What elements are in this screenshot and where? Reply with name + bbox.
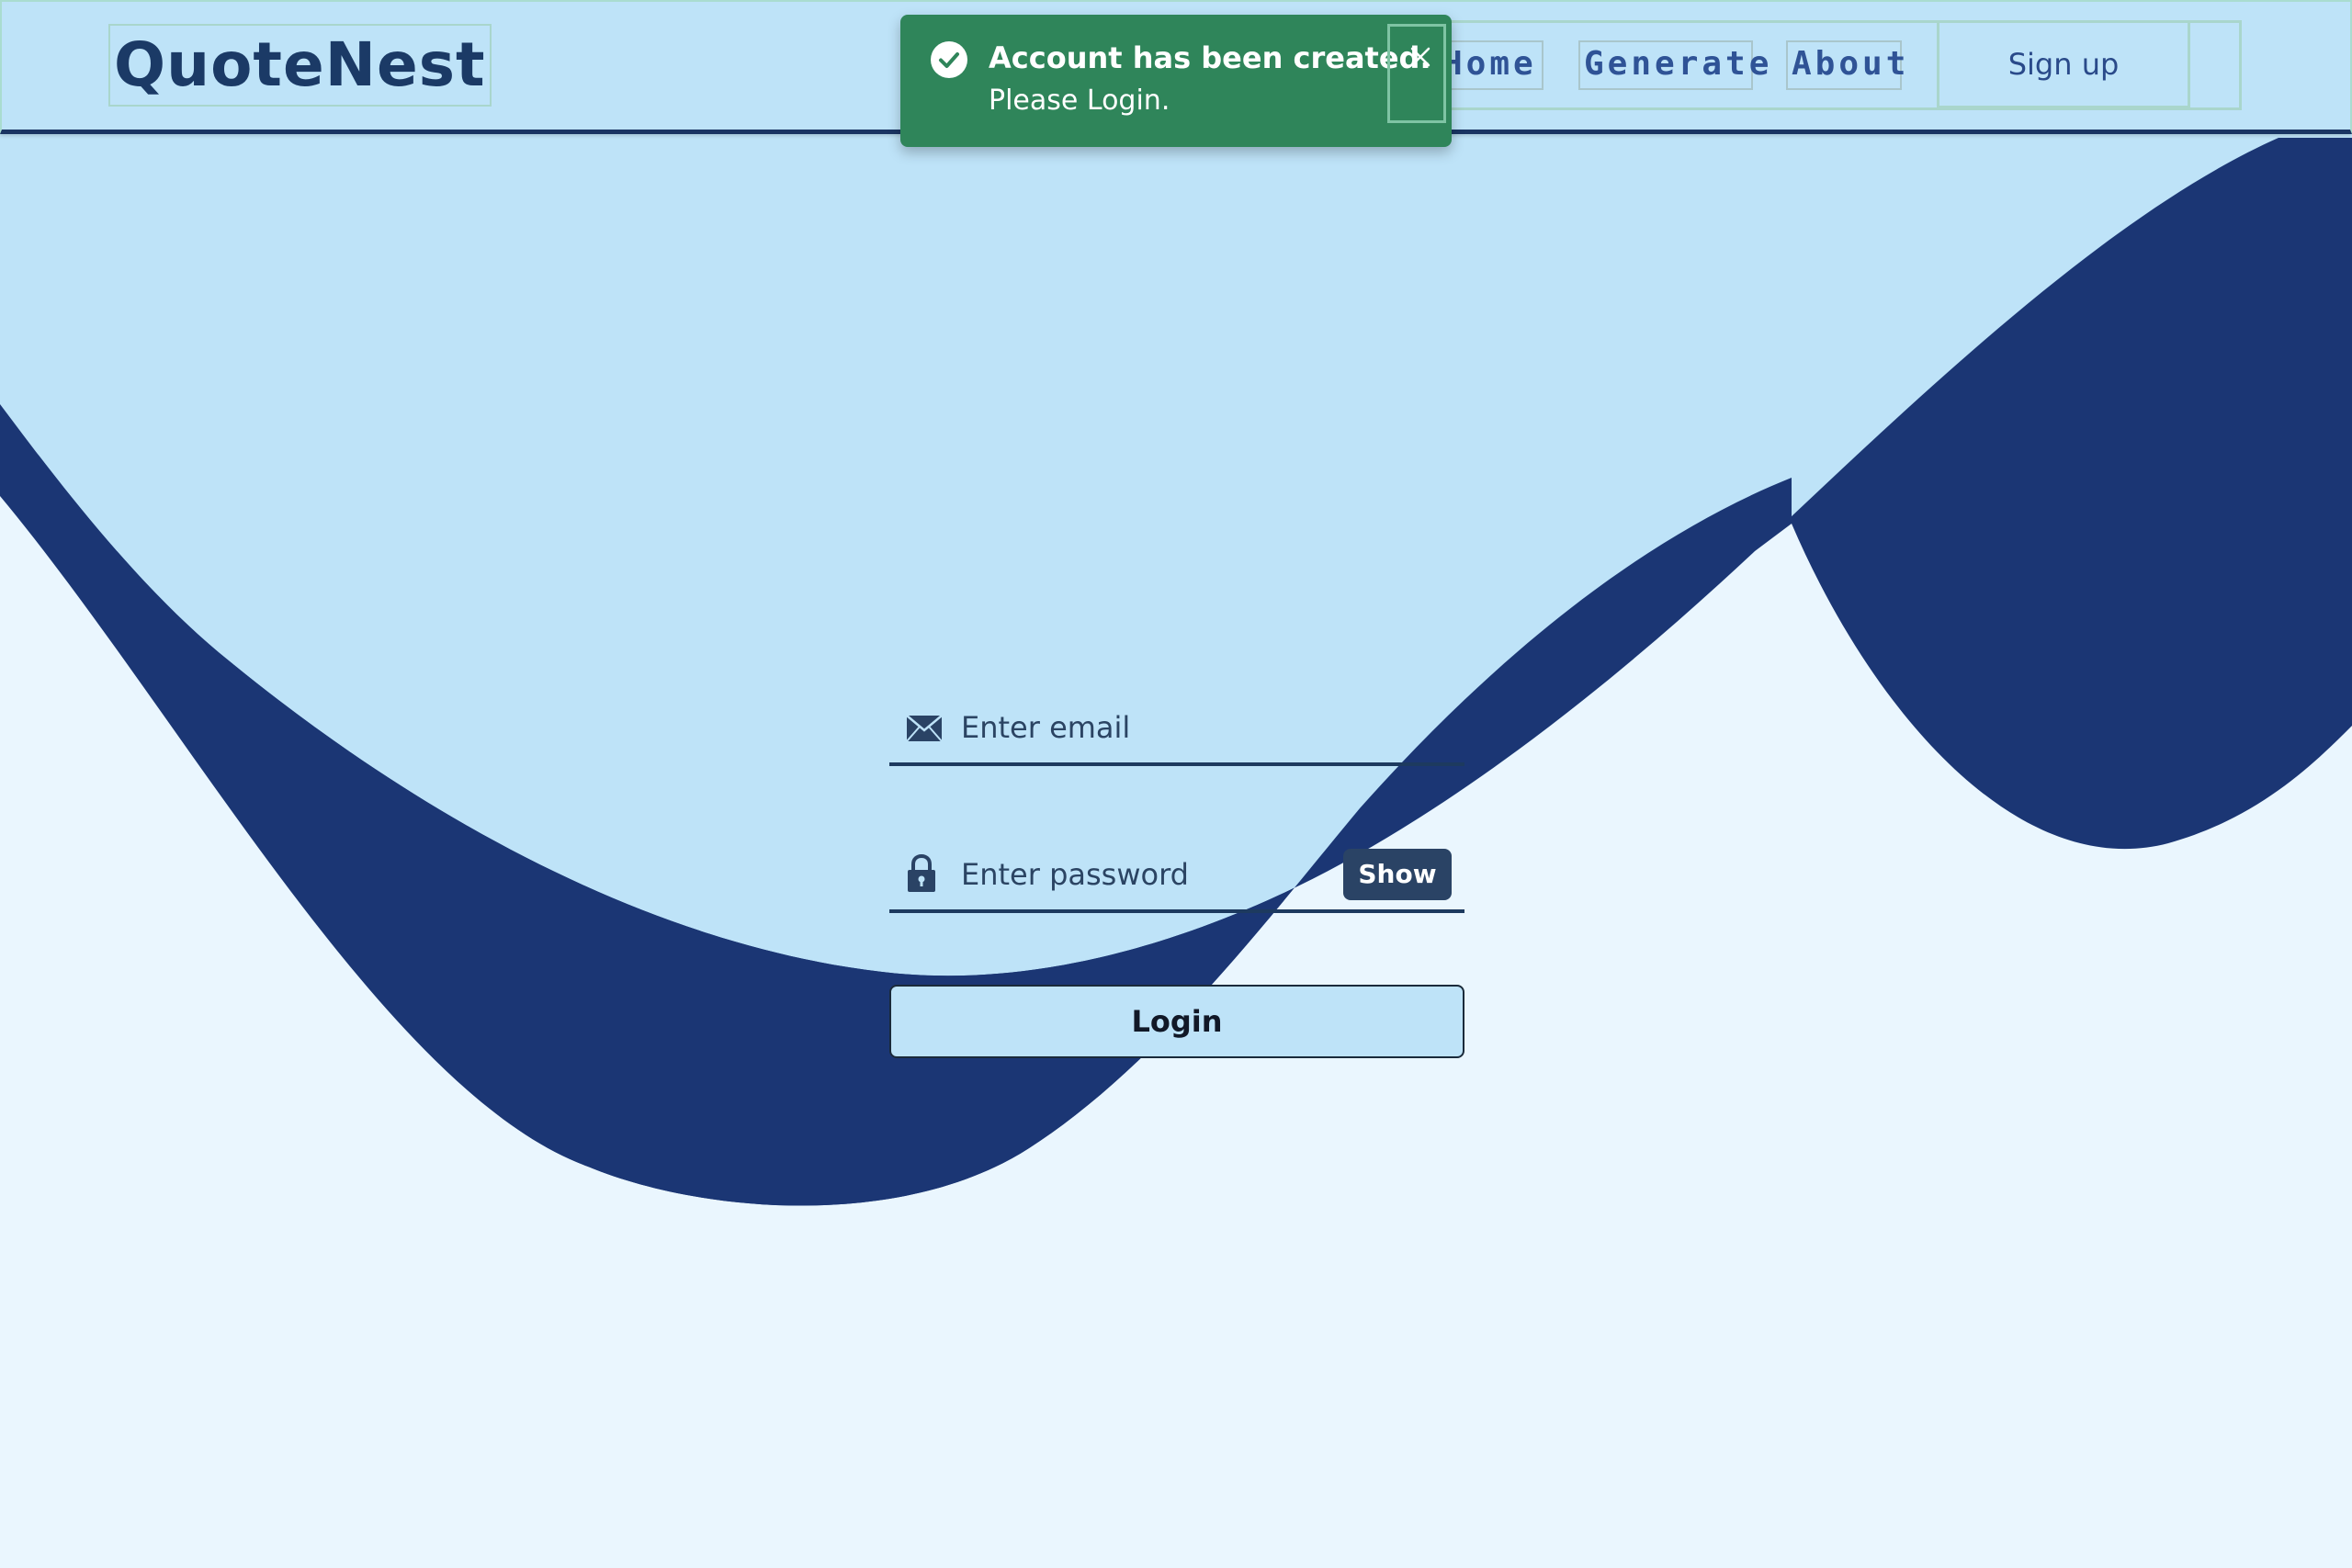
login-page: QuoteNest Home Generate About Sign up Ac… [0, 0, 2352, 1568]
toast-close-button[interactable] [1387, 24, 1446, 123]
nav-link-about[interactable]: About [1786, 40, 1905, 90]
password-input[interactable] [961, 849, 1365, 900]
toast-description: Please Login. [989, 85, 1170, 117]
signup-button[interactable]: Sign up [1937, 20, 2190, 108]
check-circle-icon [930, 40, 968, 79]
background-waves [0, 0, 2352, 1568]
login-button[interactable]: Login [889, 985, 1464, 1058]
email-input[interactable] [961, 702, 1365, 753]
success-toast: Account has been created. Please Login. [900, 15, 1452, 147]
nav-link-home[interactable]: Home [1437, 40, 1544, 90]
password-field-group: Show [889, 836, 1464, 913]
lock-icon [906, 853, 937, 897]
envelope-icon [906, 715, 943, 746]
email-field-group [889, 689, 1464, 766]
show-password-button[interactable]: Show [1343, 849, 1452, 900]
brand-logo[interactable]: QuoteNest [108, 24, 492, 107]
toast-title: Account has been created. [989, 40, 1431, 75]
nav-link-generate[interactable]: Generate [1578, 40, 1769, 90]
